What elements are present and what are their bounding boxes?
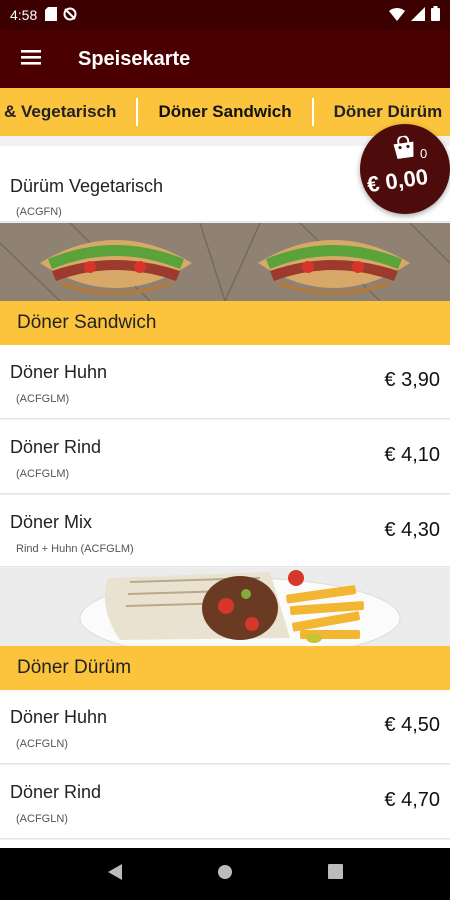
menu-item[interactable]: Döner Huhn (ACFGLM) € 3,90 [0, 345, 450, 419]
tab-doener-duerum[interactable]: Döner Dürüm [314, 98, 450, 126]
tab-vegetarisch[interactable]: & Vegetarisch [0, 98, 139, 126]
item-price: € 4,10 [384, 444, 440, 466]
item-price: € 4,30 [384, 519, 440, 541]
item-price: € 4,50 [384, 714, 440, 736]
item-name: Döner Rind [10, 437, 102, 457]
section-header-doener-duerum: Döner Dürüm [0, 646, 450, 690]
menu-list[interactable]: Dürüm Vegetarisch (ACGFN) Döner Sandwich… [0, 136, 450, 848]
status-bar: 4:58 [0, 0, 450, 30]
battery-icon [431, 6, 440, 24]
cart-total: € 0,00 [365, 163, 430, 198]
back-triangle-icon [108, 863, 122, 885]
cart-button[interactable]: 0 € 0,00 [360, 124, 450, 214]
menu-item[interactable]: Döner Rind (ACFGLM) € 4,10 [0, 420, 450, 494]
system-navigation-bar [0, 848, 450, 900]
tab-doener-sandwich[interactable]: Döner Sandwich [138, 98, 314, 126]
item-name: Döner Huhn [10, 362, 108, 382]
section-header-doener-sandwich: Döner Sandwich [0, 301, 450, 345]
item-price: € 4,70 [384, 789, 440, 811]
page-title: Speisekarte [78, 47, 191, 70]
item-allergens: (ACFGLM) [16, 393, 70, 405]
item-name: Döner Huhn [10, 707, 108, 727]
item-allergens: Rind + Huhn (ACFGLM) [16, 543, 134, 555]
back-button[interactable] [95, 854, 135, 894]
status-time: 4:58 [10, 7, 38, 23]
menu-item[interactable]: Döner Rind (ACFGLN) € 4,70 [0, 765, 450, 839]
doener-duerum-banner-image [0, 568, 450, 646]
item-name: Dürüm Vegetarisch [10, 176, 164, 196]
item-name: Döner Rind [10, 782, 102, 802]
recents-square-icon [327, 864, 343, 884]
menu-button[interactable] [0, 30, 62, 88]
menu-item[interactable]: Döner Huhn (ACFGLN) € 4,50 [0, 690, 450, 764]
cart-count: 0 [420, 146, 428, 161]
app-bar: Speisekarte [0, 30, 450, 88]
item-allergens: (ACGFN) [16, 206, 62, 218]
menu-item[interactable] [0, 840, 450, 848]
sync-off-icon [63, 7, 77, 24]
signal-icon [411, 6, 425, 24]
item-price: € 3,90 [384, 369, 440, 391]
item-allergens: (ACFGLN) [16, 738, 68, 750]
item-name: Döner Mix [10, 512, 93, 532]
item-allergens: (ACFGLN) [16, 813, 68, 825]
menu-item[interactable]: Döner Mix Rind + Huhn (ACFGLM) € 4,30 [0, 495, 450, 567]
wifi-icon [389, 7, 405, 24]
home-circle-icon [217, 864, 233, 885]
hamburger-menu-icon [20, 46, 42, 73]
item-allergens: (ACFGLM) [16, 468, 70, 480]
doener-sandwich-banner-image [0, 223, 450, 301]
shopping-bag-icon [391, 135, 417, 160]
recents-button[interactable] [315, 854, 355, 894]
sd-card-icon [45, 6, 58, 24]
home-button[interactable] [205, 854, 245, 894]
